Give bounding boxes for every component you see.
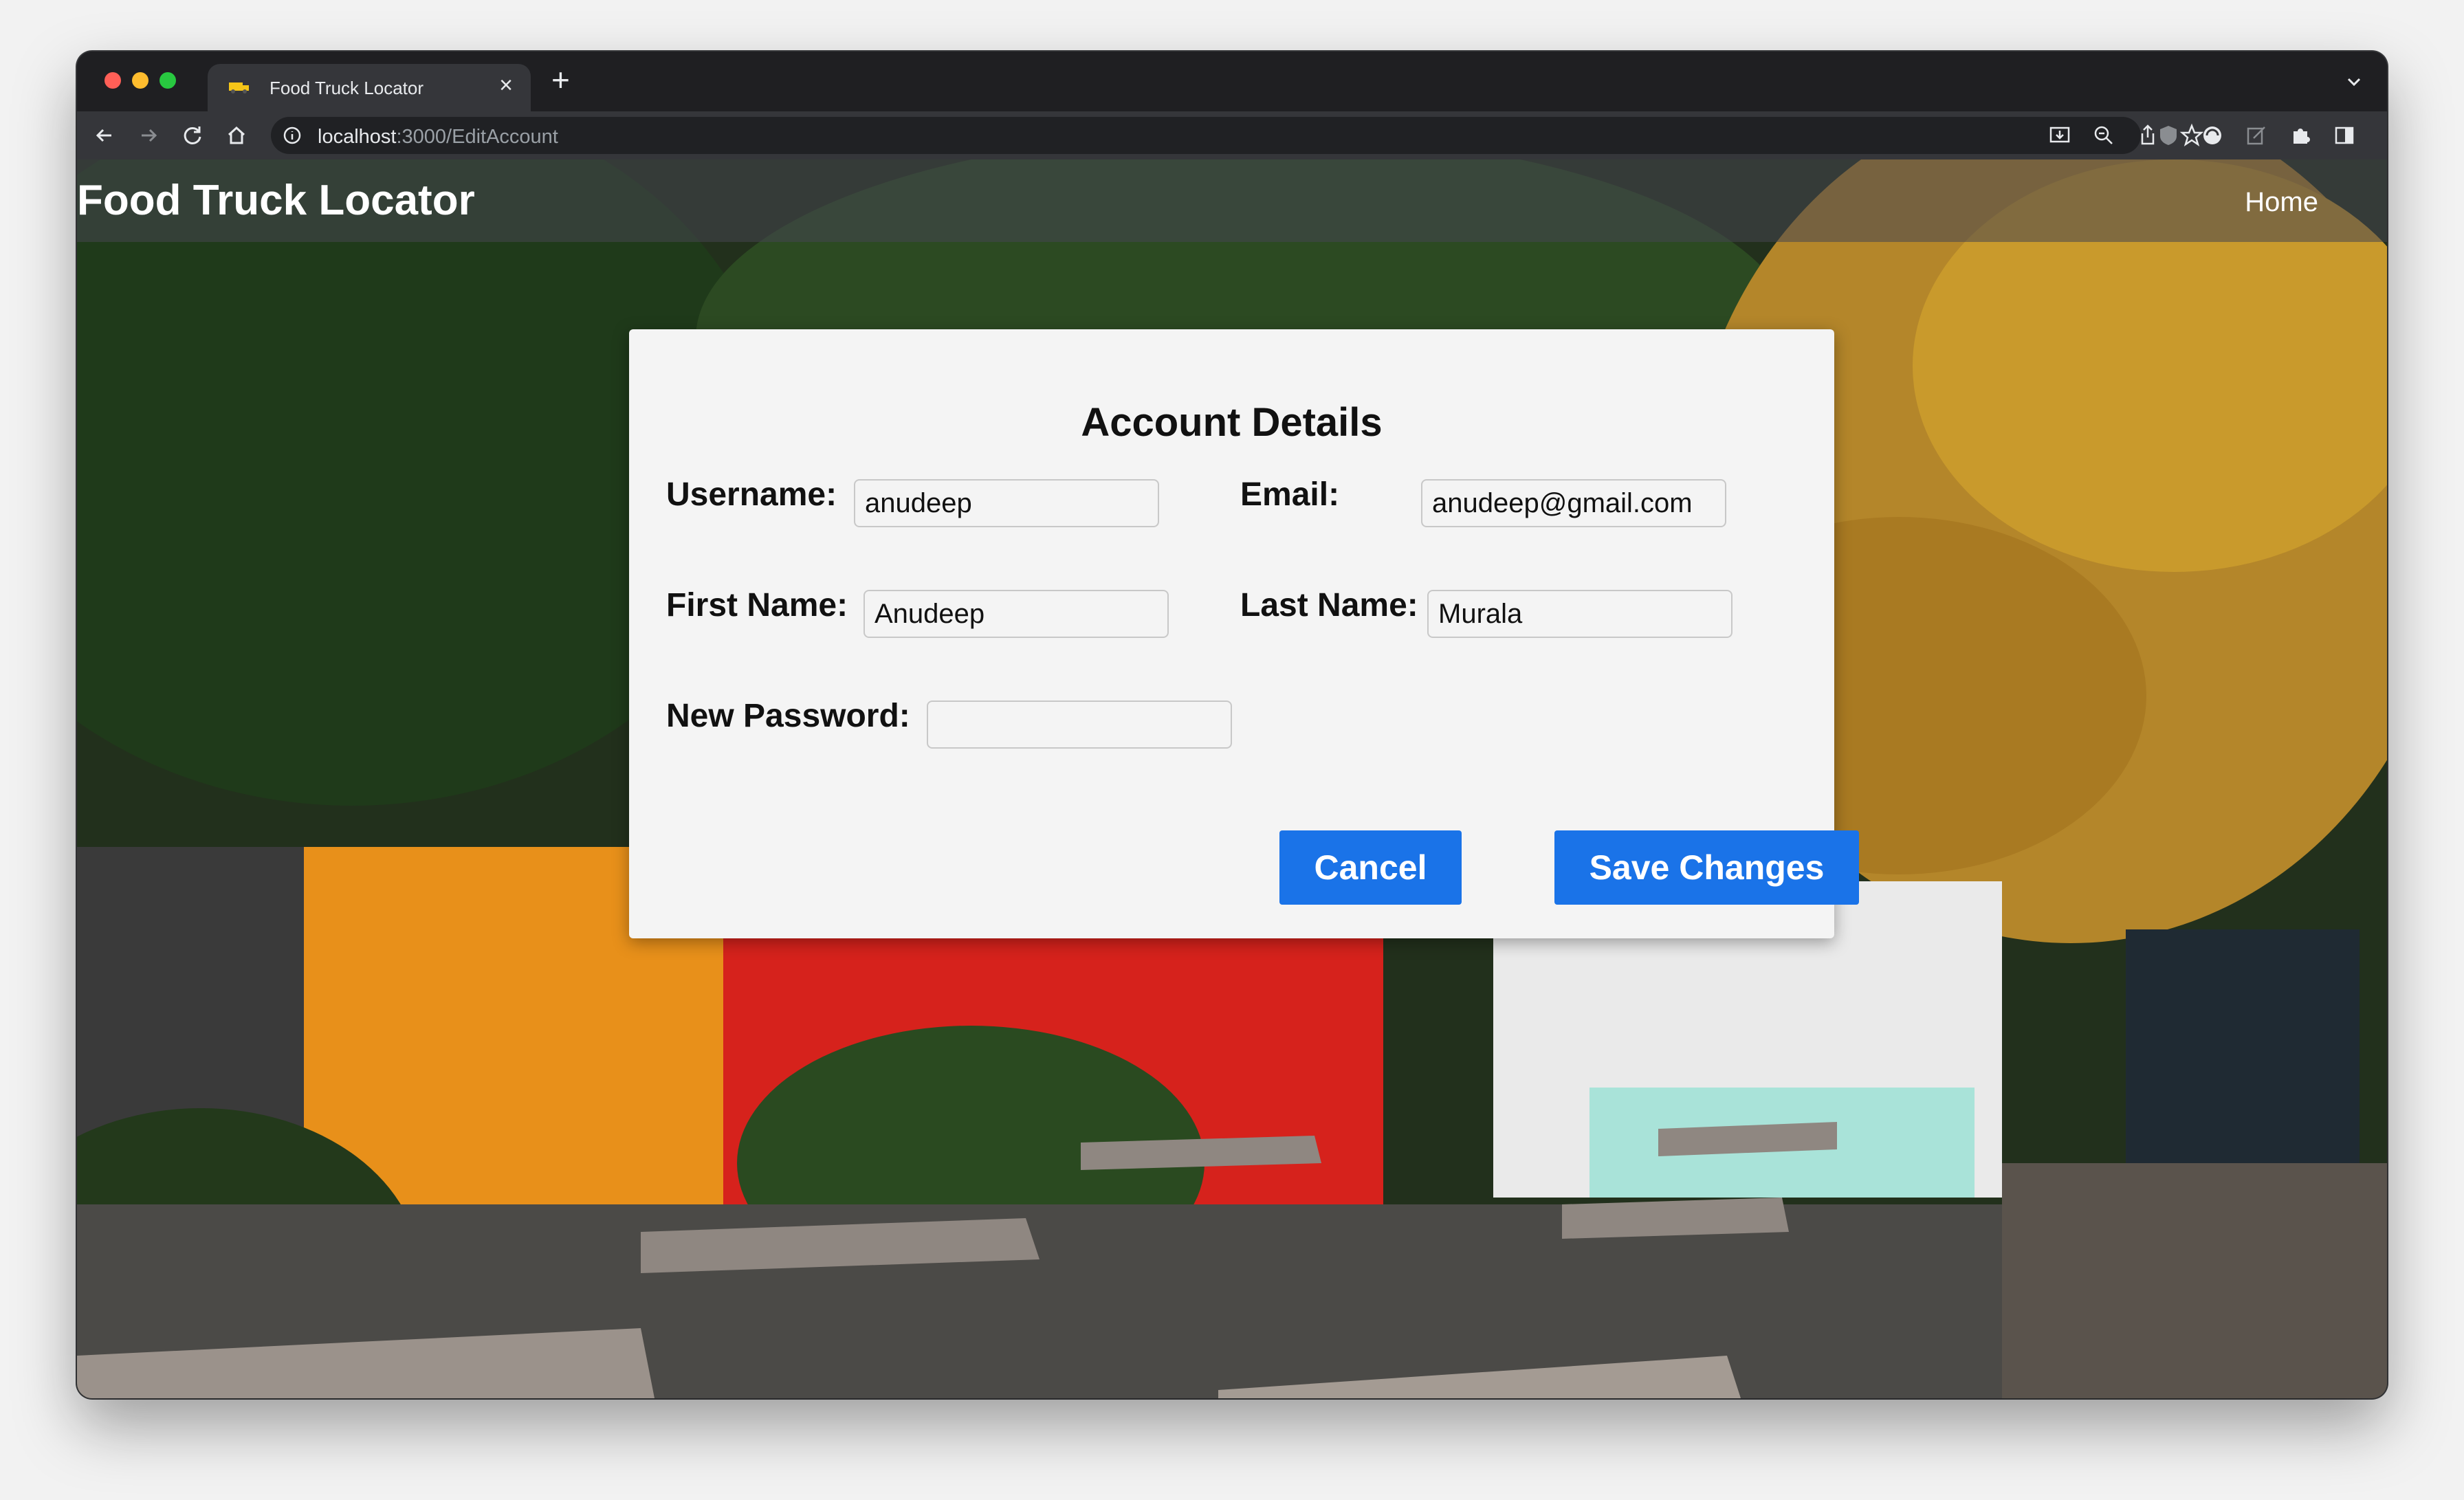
reload-icon[interactable] bbox=[179, 122, 206, 149]
side-panel-icon[interactable] bbox=[2332, 123, 2357, 148]
ublock-extension-icon[interactable] bbox=[2156, 123, 2181, 148]
back-arrow-icon[interactable] bbox=[91, 122, 118, 149]
first-name-input[interactable] bbox=[864, 590, 1169, 638]
first-name-label: First Name: bbox=[666, 587, 848, 624]
new-password-label: New Password: bbox=[666, 698, 910, 734]
save-changes-button[interactable]: Save Changes bbox=[1554, 830, 1859, 905]
last-name-input[interactable] bbox=[1427, 590, 1732, 638]
url-path: :3000/EditAccount bbox=[396, 126, 558, 148]
email-label: Email: bbox=[1240, 476, 1340, 513]
username-input[interactable] bbox=[854, 479, 1159, 527]
browser-toolbar: localhost:3000/EditAccount bbox=[77, 111, 2387, 159]
tab-close-icon[interactable]: × bbox=[499, 74, 513, 97]
edit-extension-icon[interactable] bbox=[2244, 123, 2269, 148]
site-navbar: Food Truck Locator Home bbox=[77, 159, 2387, 242]
extension-globe-icon[interactable] bbox=[2200, 123, 2225, 148]
account-details-modal: Account Details Username: Email: First N… bbox=[629, 329, 1859, 938]
address-bar[interactable]: localhost:3000/EditAccount bbox=[271, 117, 2204, 154]
browser-window: Food Truck Locator × + localhost:3000/Ed… bbox=[77, 52, 2387, 1398]
cancel-button[interactable]: Cancel bbox=[1279, 830, 1462, 905]
new-tab-button[interactable]: + bbox=[551, 64, 570, 96]
new-password-input[interactable] bbox=[927, 701, 1232, 749]
site-info-icon[interactable] bbox=[282, 125, 302, 146]
zoom-icon[interactable] bbox=[2091, 123, 2116, 148]
chevron-down-icon[interactable] bbox=[2340, 68, 2368, 96]
maximize-window-button[interactable] bbox=[160, 72, 176, 89]
home-icon[interactable] bbox=[223, 122, 250, 149]
url-text: localhost:3000/EditAccount bbox=[318, 126, 558, 148]
food-truck-favicon-icon bbox=[229, 82, 249, 93]
modal-title: Account Details bbox=[1081, 400, 1383, 445]
tab-title: Food Truck Locator bbox=[270, 78, 424, 98]
tab-strip: Food Truck Locator × + bbox=[77, 52, 2387, 111]
page-content: Food Truck Locator Home Account Details … bbox=[77, 159, 2387, 1398]
install-app-icon[interactable] bbox=[2047, 123, 2072, 148]
email-input[interactable] bbox=[1421, 479, 1726, 527]
username-label: Username: bbox=[666, 476, 837, 513]
minimize-window-button[interactable] bbox=[132, 72, 148, 89]
forward-arrow-icon[interactable] bbox=[135, 122, 162, 149]
home-link[interactable]: Home bbox=[2245, 187, 2318, 218]
close-window-button[interactable] bbox=[104, 72, 121, 89]
tab-food-truck-locator[interactable]: Food Truck Locator × bbox=[208, 64, 531, 111]
brand-title[interactable]: Food Truck Locator bbox=[77, 176, 475, 225]
url-host: localhost bbox=[318, 126, 397, 148]
puzzle-extensions-icon[interactable] bbox=[2288, 123, 2313, 148]
last-name-label: Last Name: bbox=[1240, 587, 1418, 624]
